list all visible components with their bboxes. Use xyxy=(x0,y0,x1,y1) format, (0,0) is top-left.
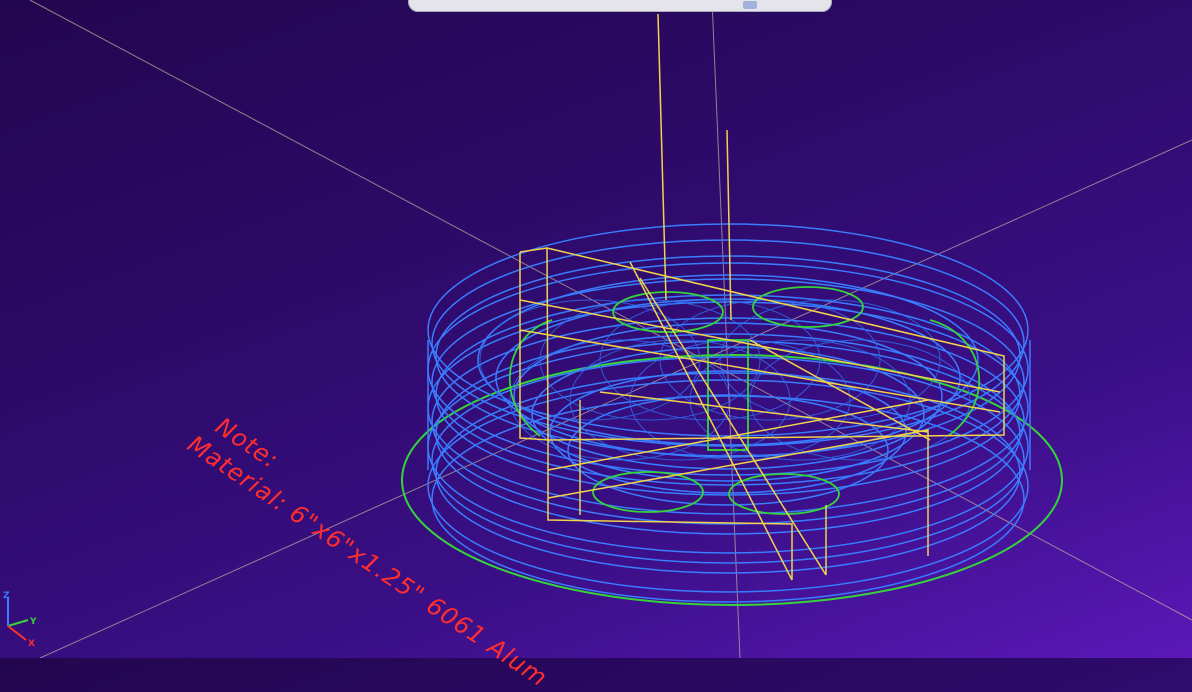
view-toolbar[interactable] xyxy=(408,0,832,12)
axis-triad-icon: Y Z X xyxy=(3,591,37,649)
axis-x-label: X xyxy=(28,639,35,649)
toolbar-button[interactable] xyxy=(743,1,757,9)
axis-y-label: Y xyxy=(29,617,37,627)
construction-lines xyxy=(29,0,1192,658)
graphics-viewport[interactable]: Y Z X xyxy=(0,0,1192,658)
axis-z-label: Z xyxy=(3,591,10,601)
